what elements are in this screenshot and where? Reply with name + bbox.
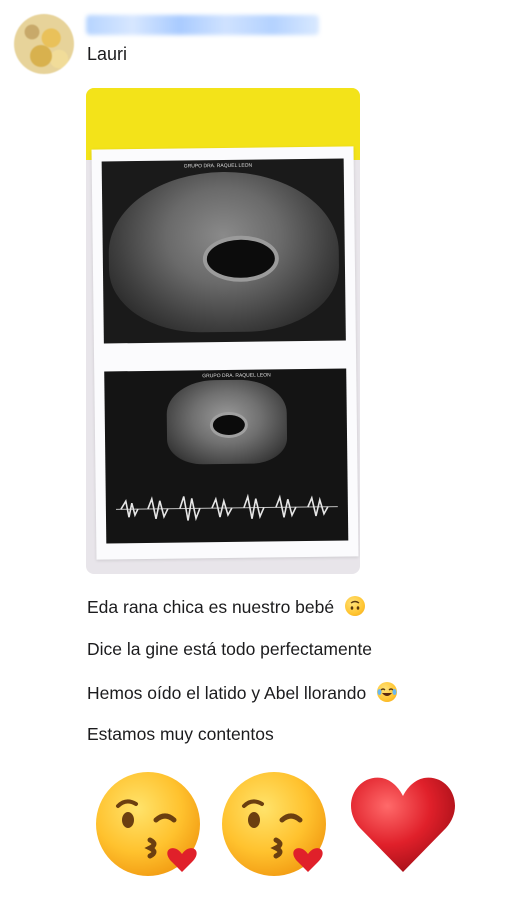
message-line-2: Dice la gine está todo perfectamente (87, 639, 372, 660)
message-text: Hemos oído el latido y Abel llorando (87, 683, 367, 703)
message-text: Dice la gine está todo perfectamente (87, 639, 373, 659)
ultrasound-photo[interactable]: GRUPO DRA. RAQUEL LEON GRUPO DRA. RAQUEL… (86, 88, 360, 574)
red-heart-icon (351, 777, 455, 872)
sender-name: Lauri (87, 44, 128, 64)
message-text: Eda rana chica es nuestro bebé (87, 597, 335, 617)
heartbeat-waveform (115, 493, 338, 522)
kissing-heart-face-icon (222, 772, 326, 876)
sender-info-blurred (86, 15, 319, 35)
ultrasound-scan-bottom: GRUPO DRA. RAQUEL LEON (104, 368, 349, 544)
avatar[interactable] (14, 14, 74, 74)
message-line-4: Estamos muy contentos (87, 724, 274, 745)
upside-down-face-icon (345, 596, 365, 616)
ultrasound-printout: GRUPO DRA. RAQUEL LEON GRUPO DRA. RAQUEL… (91, 146, 359, 560)
joy-icon (377, 682, 398, 702)
ultrasound-scan-top: GRUPO DRA. RAQUEL LEON (101, 158, 346, 344)
message-line-1: Eda rana chica es nuestro bebé (87, 596, 365, 618)
scan-header-text: GRUPO DRA. RAQUEL LEON (183, 162, 253, 170)
message-text: Estamos muy contentos (87, 724, 274, 744)
kissing-heart-face-icon (96, 772, 200, 876)
message-line-3: Hemos oído el latido y Abel llorando (87, 682, 398, 704)
scan-header-text: GRUPO DRA. RAQUEL LEON (202, 372, 271, 380)
